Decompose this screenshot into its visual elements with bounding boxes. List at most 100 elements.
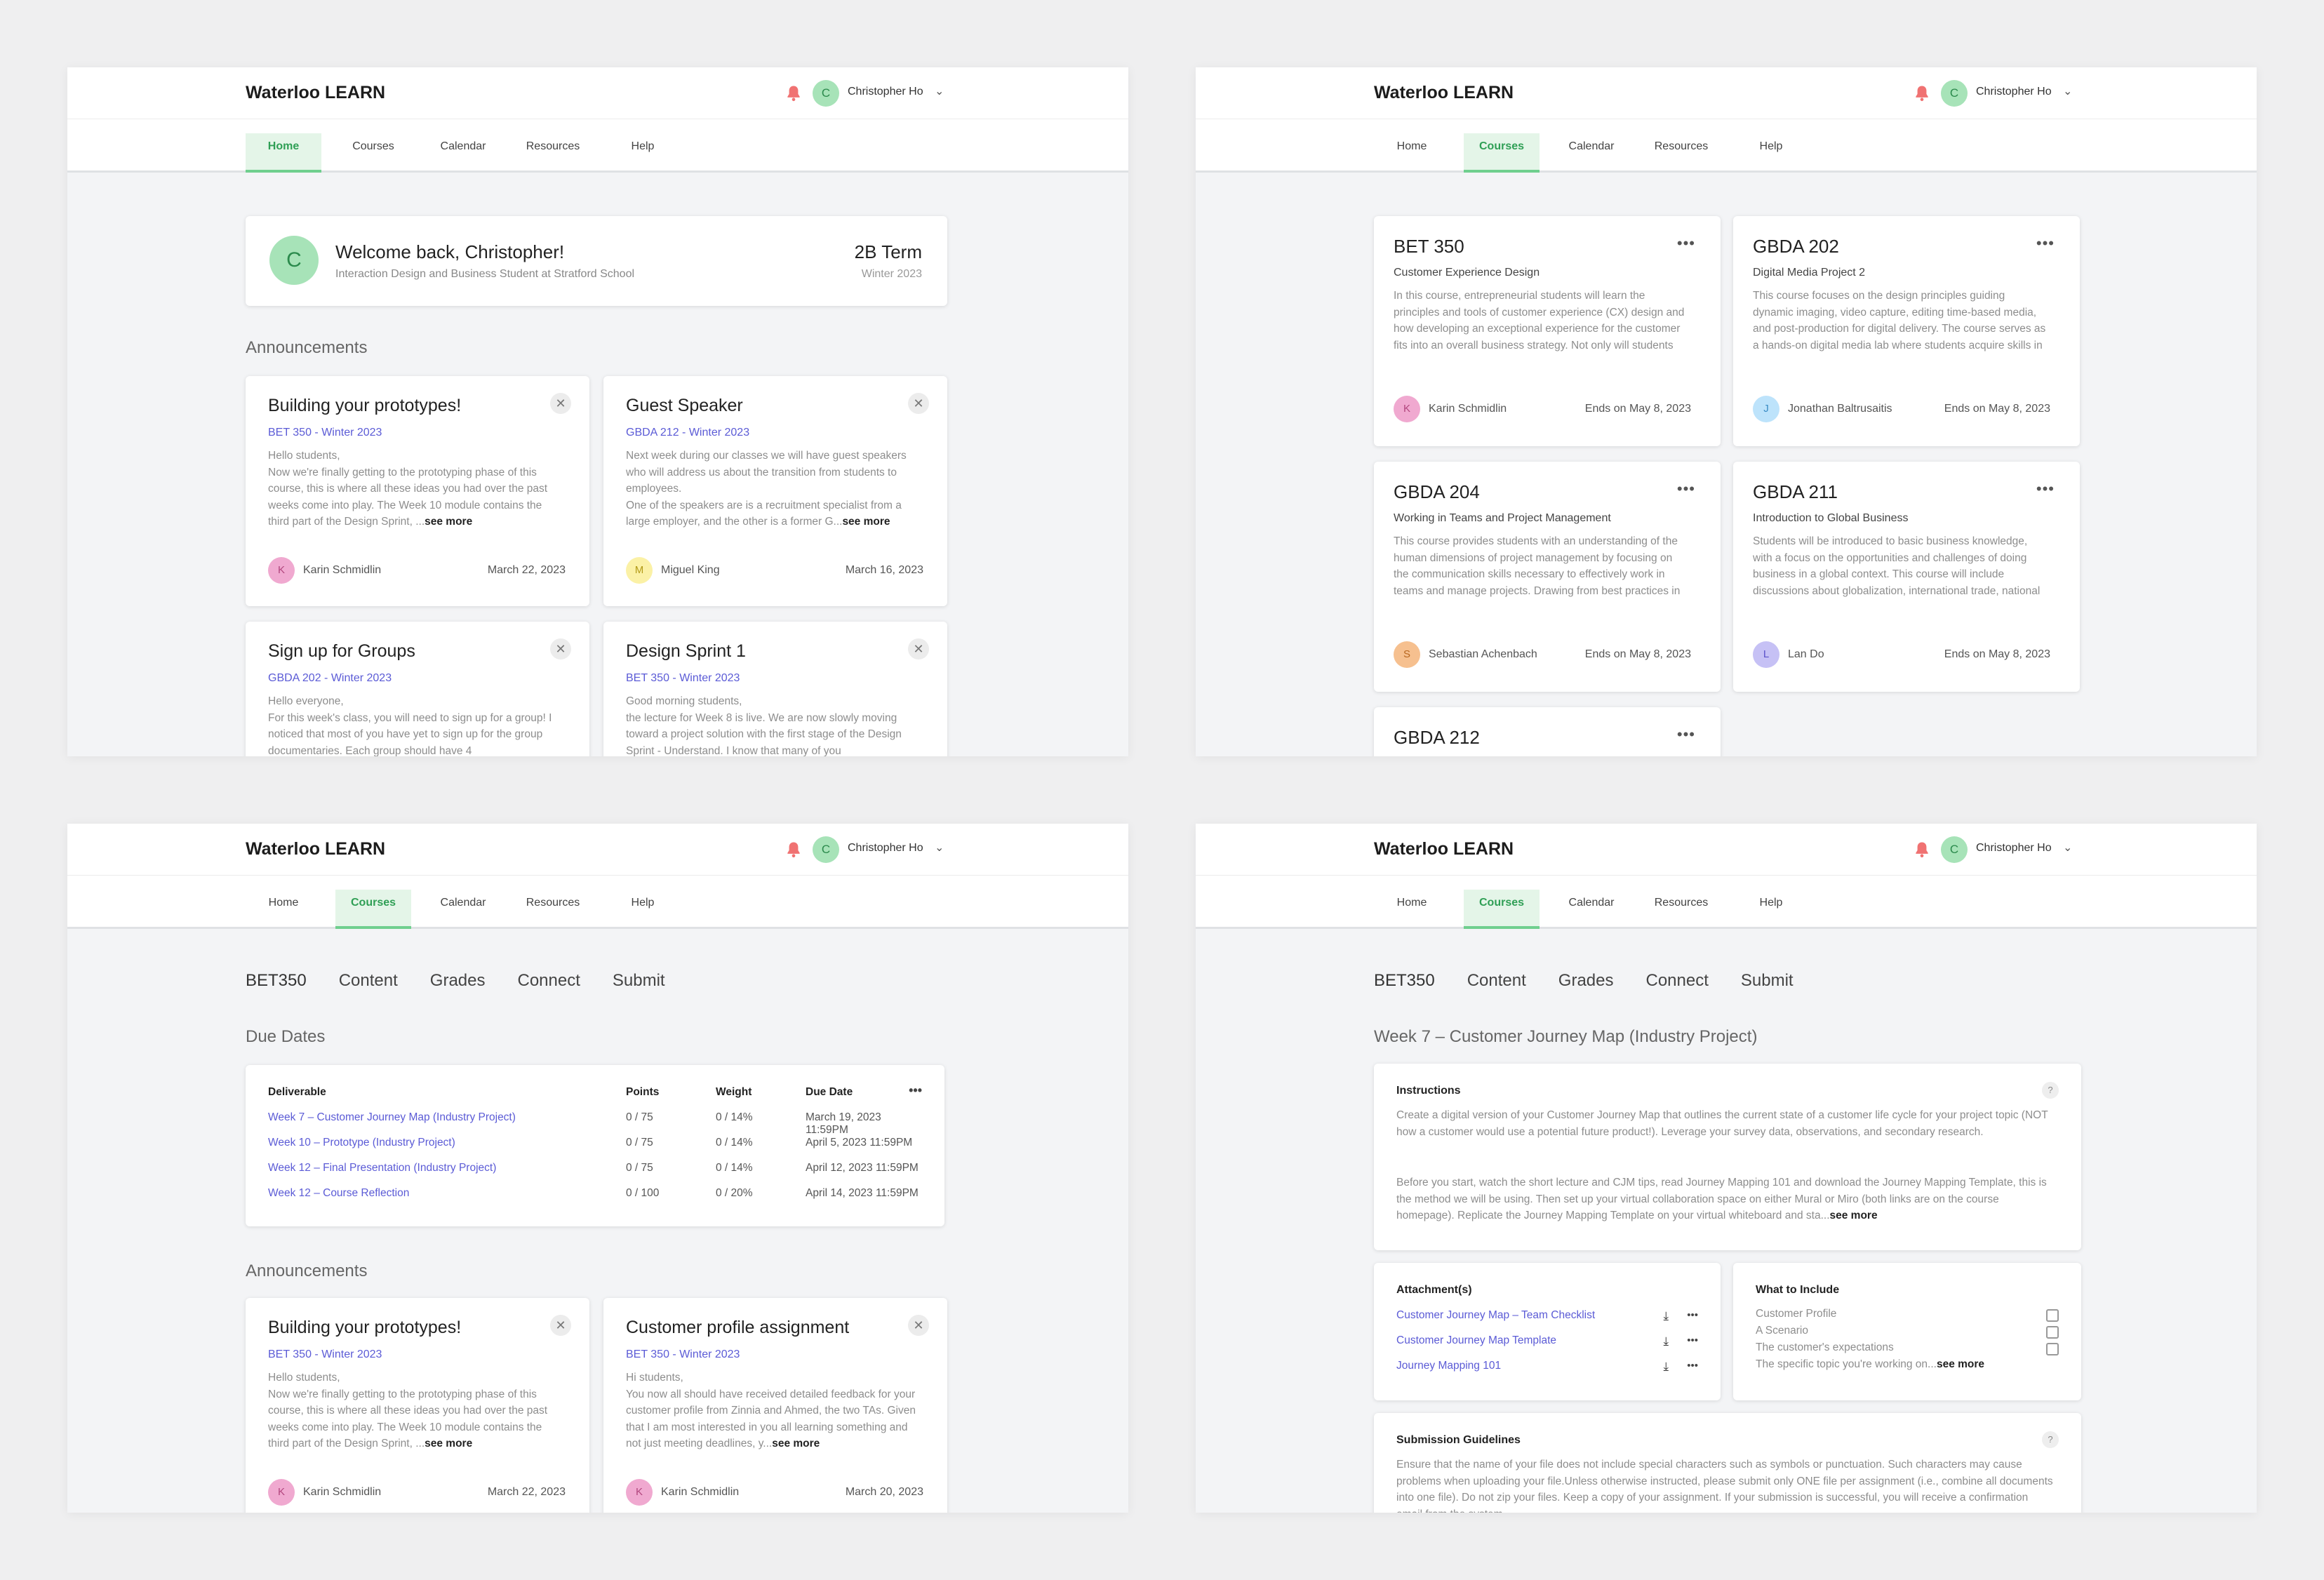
bell-icon[interactable] [784, 83, 803, 103]
course-code[interactable]: GBDA 211 [1753, 481, 1838, 503]
nav-calendar[interactable]: Calendar [1554, 890, 1629, 929]
nav-help[interactable]: Help [605, 133, 681, 173]
announcement-title[interactable]: Sign up for Groups [268, 641, 415, 662]
course-code[interactable]: GBDA 212 [1394, 727, 1480, 749]
download-icon[interactable]: ⤓ [1663, 1334, 1669, 1348]
nav-courses[interactable]: Courses [335, 890, 411, 929]
tab-connect[interactable]: Connect [1645, 971, 1708, 990]
close-icon[interactable]: ✕ [908, 393, 929, 414]
see-more-link[interactable]: see more [1936, 1358, 1985, 1370]
nav-home[interactable]: Home [246, 133, 321, 173]
more-icon[interactable]: ••• [1687, 1360, 1698, 1372]
see-more-link[interactable]: see more [425, 516, 473, 528]
table-row[interactable]: Week 10 – Prototype (Industry Project) 0… [268, 1137, 922, 1153]
more-icon[interactable]: ••• [1677, 234, 1695, 253]
user-name[interactable]: Christopher Ho [1976, 842, 2052, 855]
attachment-link[interactable]: Customer Journey Map Template [1396, 1334, 1556, 1346]
bell-icon[interactable] [784, 840, 803, 859]
announcement-course[interactable]: BET 350 - Winter 2023 [626, 1348, 740, 1361]
announcement-card[interactable]: Sign up for Groups ✕ GBDA 202 - Winter 2… [246, 622, 589, 756]
nav-calendar[interactable]: Calendar [425, 890, 501, 929]
see-more-link[interactable]: see more [772, 1438, 820, 1450]
nav-calendar[interactable]: Calendar [425, 133, 501, 173]
close-icon[interactable]: ✕ [908, 1315, 929, 1336]
more-icon[interactable]: ••• [2036, 480, 2055, 498]
announcement-course[interactable]: BET 350 - Winter 2023 [626, 672, 740, 685]
chevron-down-icon[interactable]: ⌄ [2063, 84, 2072, 98]
table-row[interactable]: Week 7 – Customer Journey Map (Industry … [268, 1111, 922, 1136]
deliverable-link[interactable]: Week 10 – Prototype (Industry Project) [268, 1137, 455, 1149]
attachment-row[interactable]: Journey Mapping 101 ⤓ ••• [1396, 1360, 1698, 1377]
brand-logo[interactable]: Waterloo LEARN [1374, 839, 1514, 859]
more-icon[interactable]: ••• [1677, 725, 1695, 744]
help-icon[interactable]: ? [2042, 1431, 2059, 1448]
avatar[interactable]: C [1941, 80, 1968, 107]
checkbox[interactable] [2046, 1326, 2059, 1339]
tab-course-code[interactable]: BET350 [1374, 971, 1435, 990]
nav-courses[interactable]: Courses [1464, 133, 1540, 173]
tab-content[interactable]: Content [1467, 971, 1526, 990]
avatar[interactable]: C [813, 836, 839, 863]
close-icon[interactable]: ✕ [550, 393, 571, 414]
nav-help[interactable]: Help [1733, 133, 1809, 173]
tab-submit[interactable]: Submit [613, 971, 665, 990]
course-code[interactable]: GBDA 202 [1753, 236, 1839, 257]
see-more-link[interactable]: see more [842, 516, 890, 528]
brand-logo[interactable]: Waterloo LEARN [1374, 83, 1514, 103]
course-card[interactable]: BET 350 ••• Customer Experience Design I… [1374, 216, 1721, 446]
more-icon[interactable]: ••• [1677, 480, 1695, 498]
nav-courses[interactable]: Courses [335, 133, 411, 173]
user-name[interactable]: Christopher Ho [848, 86, 923, 98]
tab-grades[interactable]: Grades [1558, 971, 1614, 990]
announcement-card[interactable]: Guest Speaker ✕ GBDA 212 - Winter 2023 N… [603, 376, 947, 606]
course-card[interactable]: GBDA 212 ••• [1374, 707, 1721, 756]
chevron-down-icon[interactable]: ⌄ [935, 841, 944, 855]
nav-home[interactable]: Home [1374, 133, 1450, 173]
nav-home[interactable]: Home [1374, 890, 1450, 929]
close-icon[interactable]: ✕ [550, 1315, 571, 1336]
announcement-course[interactable]: BET 350 - Winter 2023 [268, 1348, 382, 1361]
tab-submit[interactable]: Submit [1741, 971, 1794, 990]
nav-help[interactable]: Help [605, 890, 681, 929]
announcement-course[interactable]: GBDA 212 - Winter 2023 [626, 427, 749, 439]
more-icon[interactable]: ••• [1687, 1334, 1698, 1346]
course-code[interactable]: BET 350 [1394, 236, 1464, 257]
attachment-link[interactable]: Journey Mapping 101 [1396, 1360, 1501, 1372]
brand-logo[interactable]: Waterloo LEARN [246, 83, 385, 103]
announcement-title[interactable]: Design Sprint 1 [626, 641, 746, 662]
announcement-title[interactable]: Building your prototypes! [268, 1318, 461, 1338]
bell-icon[interactable] [1912, 83, 1932, 103]
nav-courses[interactable]: Courses [1464, 890, 1540, 929]
checkbox[interactable] [2046, 1309, 2059, 1322]
tab-connect[interactable]: Connect [517, 971, 580, 990]
nav-help[interactable]: Help [1733, 890, 1809, 929]
help-icon[interactable]: ? [2042, 1082, 2059, 1099]
table-row[interactable]: Week 12 – Final Presentation (Industry P… [268, 1162, 922, 1179]
close-icon[interactable]: ✕ [550, 638, 571, 660]
attachment-row[interactable]: Customer Journey Map – Team Checklist ⤓ … [1396, 1309, 1698, 1326]
nav-home[interactable]: Home [246, 890, 321, 929]
avatar[interactable]: C [1941, 836, 1968, 863]
course-card[interactable]: GBDA 211 ••• Introduction to Global Busi… [1733, 462, 2080, 692]
see-more-link[interactable]: see more [1829, 1210, 1878, 1221]
more-icon[interactable]: ••• [2036, 234, 2055, 253]
announcement-card[interactable]: Building your prototypes! ✕ BET 350 - Wi… [246, 1298, 589, 1513]
bell-icon[interactable] [1912, 840, 1932, 859]
course-code[interactable]: GBDA 204 [1394, 481, 1480, 503]
table-row[interactable]: Week 12 – Course Reflection 0 / 100 0 / … [268, 1187, 922, 1204]
avatar[interactable]: C [813, 80, 839, 107]
nav-resources[interactable]: Resources [1643, 890, 1719, 929]
announcement-course[interactable]: BET 350 - Winter 2023 [268, 427, 382, 439]
deliverable-link[interactable]: Week 12 – Final Presentation (Industry P… [268, 1162, 496, 1174]
chevron-down-icon[interactable]: ⌄ [935, 84, 944, 98]
tab-course-code[interactable]: BET350 [246, 971, 307, 990]
nav-resources[interactable]: Resources [515, 890, 591, 929]
announcement-card[interactable]: Building your prototypes! ✕ BET 350 - Wi… [246, 376, 589, 606]
announcement-card[interactable]: Customer profile assignment ✕ BET 350 - … [603, 1298, 947, 1513]
nav-calendar[interactable]: Calendar [1554, 133, 1629, 173]
course-card[interactable]: GBDA 204 ••• Working in Teams and Projec… [1374, 462, 1721, 692]
announcement-title[interactable]: Customer profile assignment [626, 1318, 849, 1338]
deliverable-link[interactable]: Week 12 – Course Reflection [268, 1187, 409, 1200]
announcement-course[interactable]: GBDA 202 - Winter 2023 [268, 672, 392, 685]
more-icon[interactable]: ••• [909, 1083, 922, 1098]
